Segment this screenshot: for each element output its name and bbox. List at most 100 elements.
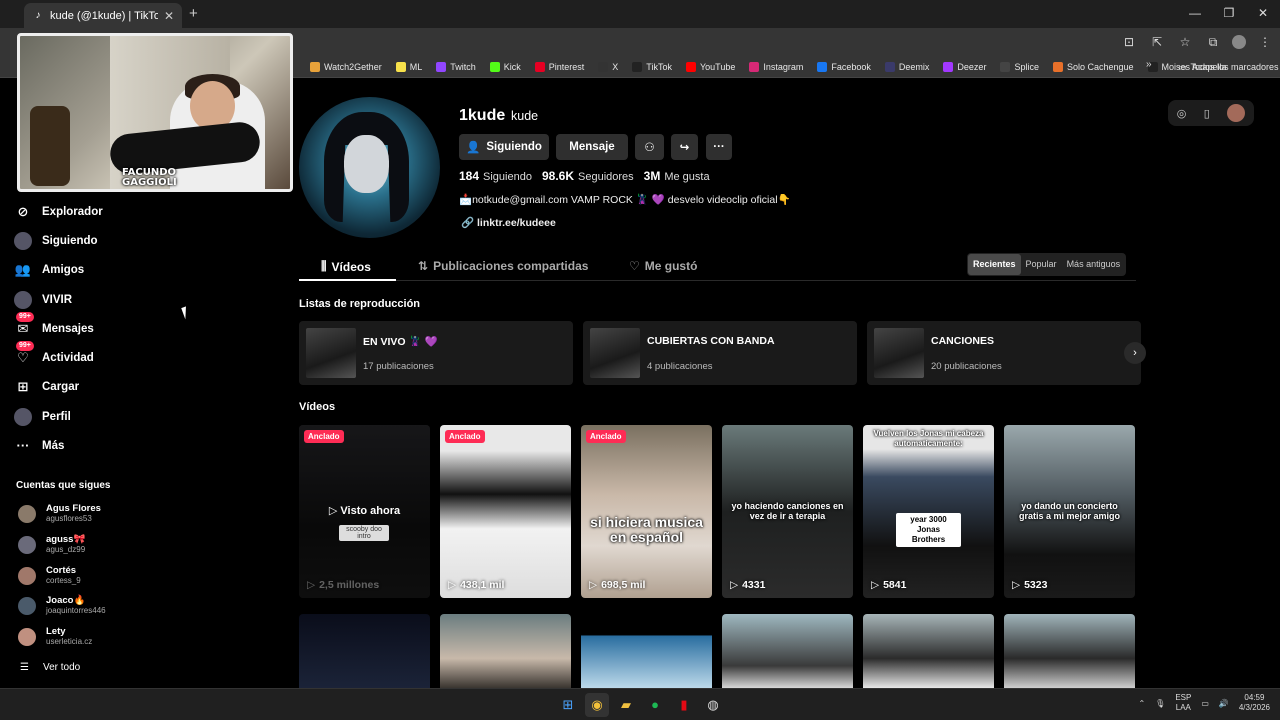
sidebar-item-label: Mensajes [42,323,94,335]
tab-videos[interactable]: ⫼ Vídeos [321,259,371,274]
netflix-icon[interactable]: ▮ [672,693,696,717]
message-button[interactable]: Mensaje [556,134,628,160]
bookmark-item[interactable]: Deezer [936,59,993,75]
playlist-thumbnail [306,328,356,378]
sidebar-item-messages[interactable]: ✉ 99+ Mensajes [14,312,94,338]
file-explorer-icon[interactable]: ▰ [614,693,638,717]
sort-option[interactable]: Popular [1021,254,1062,275]
device-icon[interactable]: ▯ [1204,107,1210,120]
app-icon[interactable]: ◍ [701,693,725,717]
bookmark-item[interactable]: TikTok [625,59,679,75]
video-thumbnail[interactable]: ▷ Visto ahora scooby doo intro Anclado ▷ 2,5… [299,425,430,598]
following-account[interactable]: aguss🎀 agus_dz99 [18,534,85,555]
bookmark-item[interactable]: YouTube [679,59,742,75]
share-button[interactable]: ↪ [671,134,698,160]
bookmark-item[interactable]: Kick [483,59,528,75]
suggest-accounts-button[interactable]: ⚇ [635,134,664,160]
account-username: joaquintorres446 [46,606,106,615]
profile-avatar-icon[interactable] [1232,35,1246,49]
sidebar-item-upload[interactable]: ⊞ Cargar [14,378,80,396]
see-all-button[interactable]: ☰ Ver todo [20,662,80,673]
bookmark-item[interactable]: Deemix [878,59,937,75]
bookmark-item[interactable]: Facebook [810,59,878,75]
close-tab-icon[interactable]: ✕ [164,9,174,23]
cast-icon[interactable]: ⇱ [1148,33,1166,51]
bookmark-item[interactable]: Twitch [429,59,483,75]
video-thumbnail-row2[interactable] [863,614,994,688]
pinned-badge: Anclado [304,430,344,443]
coins-icon[interactable]: ◎ [1177,107,1187,120]
sidebar-item-more[interactable]: ··· Más [14,437,65,455]
new-tab-button[interactable]: + [189,5,198,22]
tab-title: kude (@1kude) | TikTok [50,9,158,22]
video-thumbnail[interactable]: yo dando un concierto gratis a mi mejor … [1004,425,1135,598]
sidebar-item-live[interactable]: VIVIR [14,291,72,309]
windows-start-icon[interactable]: ⊞ [556,693,580,717]
video-thumbnail[interactable]: yo haciendo canciones en vez de ir a ter… [722,425,853,598]
video-thumbnail-row2[interactable] [299,614,430,688]
tray-overflow-icon[interactable]: ⌃ [1138,699,1145,708]
bookmark-item[interactable]: Splice [993,59,1046,75]
bookmark-item[interactable]: ML [389,59,430,75]
bookmark-item[interactable]: X [591,59,625,75]
network-icon[interactable]: ▭ [1201,699,1209,708]
clock[interactable]: 04:59 4/3/2026 [1239,693,1270,713]
profile-avatar[interactable] [299,97,440,238]
following-account[interactable]: Agus Flores agusflores53 [18,503,101,524]
more-options-button[interactable]: ··· [706,134,732,160]
volume-icon[interactable]: 🔊 [1219,699,1229,708]
star-icon[interactable]: ☆ [1176,33,1194,51]
video-thumbnail-row2[interactable] [722,614,853,688]
account-avatar [18,566,36,585]
mic-icon[interactable]: 🎙 [1155,699,1165,708]
bookmark-item[interactable]: Instagram [742,59,810,75]
translate-icon[interactable]: ⊡ [1120,33,1138,51]
sort-option[interactable]: Recientes [968,254,1021,275]
playlist-thumbnail [590,328,640,378]
video-thumbnail[interactable]: si hiciera musica en español Anclado ▷ 698,… [581,425,712,598]
sort-option[interactable]: Más antiguos [1062,254,1126,275]
account-avatar [18,504,36,523]
bookmarks-overflow-button[interactable]: » [1146,59,1152,70]
tab-liked[interactable]: ♡ Me gustó [629,259,697,273]
menu-icon[interactable]: ⋮ [1256,33,1274,51]
stat-followers[interactable]: 98.6K Seguidores [542,169,634,183]
stat-following[interactable]: 184 Siguiendo [459,169,532,183]
profile-link[interactable]: 🔗 linktr.ee/kudeee [461,216,556,229]
playlist-card[interactable]: CANCIONES 20 publicaciones [867,321,1141,385]
chrome-icon[interactable]: ◉ [585,693,609,717]
extensions-icon[interactable]: ⧉ [1204,33,1222,51]
video-thumbnail-row2[interactable] [581,614,712,688]
video-thumbnail[interactable]: Anclado ▷ 438,1 mil [440,425,571,598]
video-thumbnail-row2[interactable] [440,614,571,688]
minimize-button[interactable]: — [1178,0,1212,28]
bookmark-favicon-icon [943,62,954,72]
all-bookmarks-button[interactable]: ▭ Todos los marcadores [1178,59,1279,75]
following-account[interactable]: Lety userleticia.cz [18,626,92,647]
browser-tab[interactable]: ♪ kude (@1kude) | TikTok ✕ [24,3,182,28]
following-button[interactable]: 👤 Siguiendo [459,134,549,160]
close-window-button[interactable]: ✕ [1246,0,1280,28]
bookmark-item[interactable]: Pinterest [528,59,592,75]
playlists-next-button[interactable]: › [1124,342,1146,364]
sidebar-item-activity[interactable]: ♡ 99+ Actividad [14,341,94,367]
language-indicator[interactable]: ESP LAA [1175,693,1191,713]
user-avatar[interactable] [1227,104,1246,122]
sidebar-item-profile[interactable]: Perfil [14,408,71,426]
following-account[interactable]: Cortés cortess_9 [18,565,81,586]
playlist-thumbnail [874,328,924,378]
watched-now-text: Visto ahora [340,505,401,517]
playlist-card[interactable]: CUBIERTAS CON BANDA 4 publicaciones [583,321,857,385]
bookmark-item[interactable]: Solo Cachengue [1046,59,1141,75]
restore-button[interactable]: ❐ [1212,0,1246,28]
tab-reposts[interactable]: ⇅ Publicaciones compartidas [418,259,588,273]
sidebar-item-avatar[interactable]: Siguiendo [14,232,98,250]
following-account[interactable]: Joaco🔥 joaquintorres446 [18,595,106,616]
sidebar-item-compass[interactable]: ⊘ Explorador [14,203,103,221]
sidebar-item-friends[interactable]: 👥 Amigos [14,261,84,279]
spotify-icon[interactable]: ● [643,693,667,717]
video-thumbnail[interactable]: Vuelven los Jonas mi cabeza automaticame… [863,425,994,598]
bookmark-item[interactable]: Watch2Gether [303,59,389,75]
video-thumbnail-row2[interactable] [1004,614,1135,688]
playlist-card[interactable]: EN VIVO 🦹 💜 17 publicaciones [299,321,573,385]
